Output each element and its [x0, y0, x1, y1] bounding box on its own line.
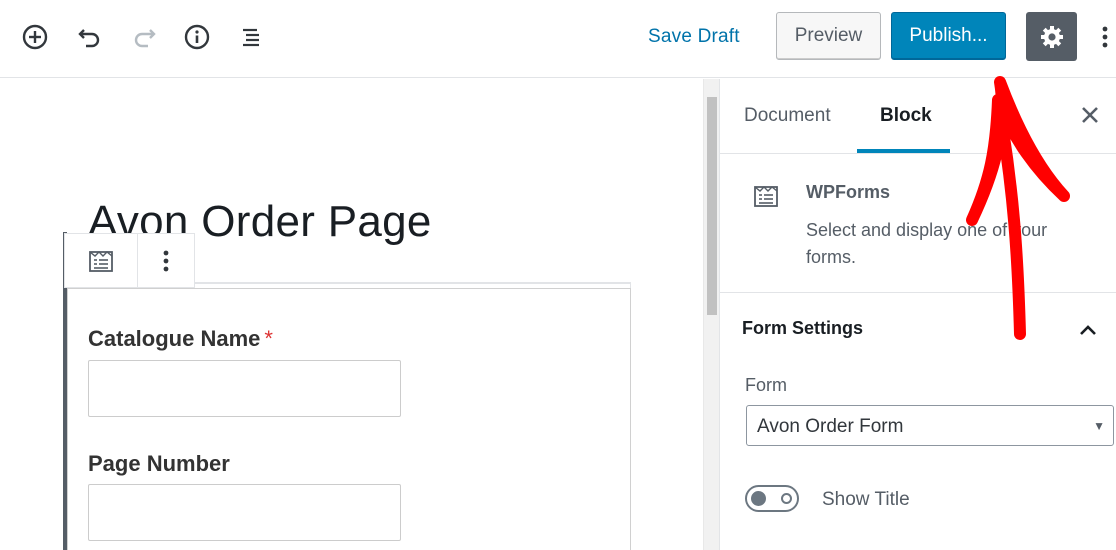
form-select-value: Avon Order Form — [757, 416, 904, 437]
gear-icon — [1040, 25, 1063, 48]
form-settings-panel-toggle[interactable]: Form Settings — [720, 293, 1116, 365]
form-select-label: Form — [745, 375, 787, 395]
undo-button[interactable] — [72, 19, 108, 55]
wpforms-icon — [89, 250, 114, 272]
scrollbar-thumb[interactable] — [707, 97, 717, 315]
add-block-button[interactable] — [17, 19, 53, 55]
close-icon[interactable] — [1078, 103, 1102, 127]
preview-button[interactable]: Preview — [776, 12, 881, 60]
info-button[interactable] — [179, 19, 215, 55]
settings-button[interactable] — [1026, 12, 1077, 61]
field-label-catalogue-name: Catalogue Name * — [88, 326, 273, 351]
active-tab-indicator — [857, 149, 950, 153]
field-label-page-number: Page Number — [88, 451, 230, 476]
outline-button[interactable] — [233, 19, 269, 55]
block-more-options-button[interactable] — [138, 234, 194, 287]
block-type-button[interactable] — [65, 234, 139, 287]
more-options-button[interactable] — [1094, 18, 1116, 56]
tab-block[interactable]: Block — [880, 105, 932, 127]
page-number-input[interactable] — [88, 484, 401, 541]
catalogue-name-input[interactable] — [88, 360, 401, 417]
toggle-off-indicator — [781, 493, 792, 504]
settings-sidebar: Document Block WPForms Select and displa… — [719, 79, 1116, 550]
block-card: WPForms Select and display one of your f… — [720, 155, 1116, 293]
redo-button[interactable] — [126, 19, 162, 55]
tab-document[interactable]: Document — [744, 105, 831, 127]
vertical-ellipsis-icon — [163, 250, 169, 271]
show-title-label: Show Title — [822, 489, 910, 510]
block-toolbar — [64, 233, 195, 288]
show-title-toggle[interactable] — [745, 485, 799, 512]
undo-icon — [78, 29, 100, 48]
sidebar-tabs: Document Block — [720, 79, 1116, 154]
toggle-knob — [751, 491, 766, 506]
editor-scrollbar[interactable] — [703, 79, 719, 550]
block-card-description: Select and display one of your forms. — [806, 220, 1048, 267]
info-icon — [184, 24, 210, 50]
publish-button[interactable]: Publish... — [891, 12, 1006, 60]
redo-icon — [134, 29, 156, 48]
wpforms-icon — [754, 186, 778, 207]
editor-header: Save Draft Preview Publish... — [0, 0, 1116, 78]
form-select[interactable]: Avon Order Form ▼ — [746, 405, 1114, 446]
vertical-ellipsis-icon — [1102, 26, 1108, 48]
save-draft-button[interactable]: Save Draft — [648, 26, 740, 48]
outline-icon — [243, 28, 259, 47]
block-card-title: WPForms — [806, 182, 891, 202]
chevron-up-icon — [1080, 325, 1096, 335]
panel-title: Form Settings — [742, 318, 864, 338]
required-asterisk: * — [264, 326, 273, 351]
add-block-icon — [22, 24, 48, 50]
dropdown-arrow-icon: ▼ — [1093, 419, 1105, 433]
